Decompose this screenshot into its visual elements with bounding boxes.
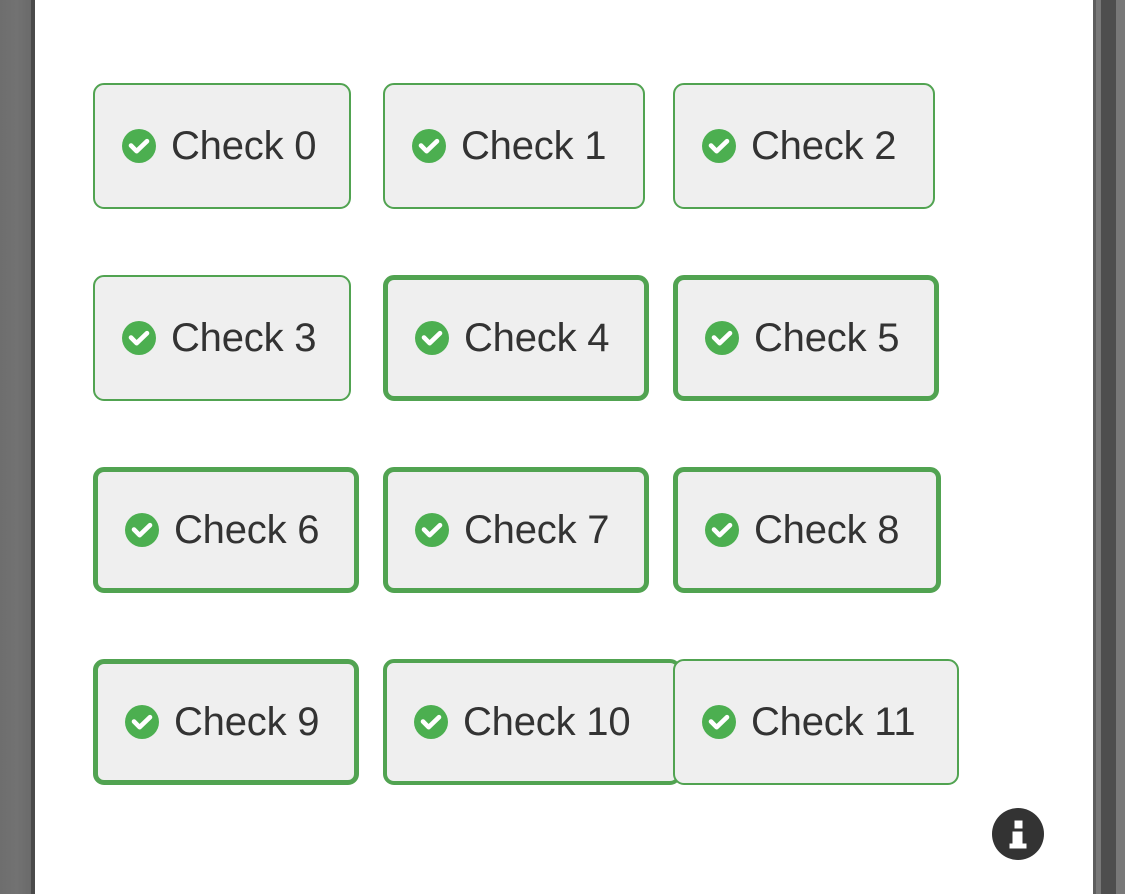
scrollbar-track-edge [1093, 0, 1096, 894]
check-button[interactable]: Check 10 [383, 659, 681, 785]
check-button-label: Check 4 [464, 316, 610, 360]
check-button-label: Check 2 [751, 124, 897, 168]
check-button-label: Check 3 [171, 316, 317, 360]
check-button-label: Check 6 [174, 508, 320, 552]
check-cell: Check 5 [673, 275, 939, 401]
check-cell: Check 10 [383, 659, 681, 785]
check-circle-icon [414, 705, 448, 739]
check-circle-icon [705, 321, 739, 355]
check-button-label: Check 8 [754, 508, 900, 552]
check-cell: Check 6 [93, 467, 359, 593]
info-circle-icon [992, 808, 1044, 860]
check-button[interactable]: Check 11 [673, 659, 959, 785]
check-cell: Check 8 [673, 467, 941, 593]
check-button-label: Check 1 [461, 124, 607, 168]
check-button-label: Check 11 [751, 700, 916, 744]
check-circle-icon [415, 513, 449, 547]
check-button-label: Check 0 [171, 124, 317, 168]
check-cell: Check 4 [383, 275, 649, 401]
check-button-label: Check 7 [464, 508, 610, 552]
check-button[interactable]: Check 9 [93, 659, 359, 785]
check-button[interactable]: Check 2 [673, 83, 935, 209]
check-circle-icon [415, 321, 449, 355]
check-button-label: Check 9 [174, 700, 320, 744]
check-button-label: Check 10 [463, 700, 631, 744]
check-cell: Check 11 [673, 659, 959, 785]
info-button[interactable] [990, 806, 1046, 862]
check-row: Check 9 Check 10 Check 11 [35, 626, 1085, 818]
check-button[interactable]: Check 7 [383, 467, 649, 593]
check-row: Check 6 Check 7 Check 8 [35, 434, 1085, 626]
app-window: Check 0 Check 1 Check 2 Check 3 Check 4 Check… [0, 0, 1125, 894]
window-left-chrome [0, 0, 31, 894]
check-button[interactable]: Check 4 [383, 275, 649, 401]
check-circle-icon [125, 705, 159, 739]
check-cell: Check 9 [93, 659, 359, 785]
check-row: Check 0 Check 1 Check 2 [35, 50, 1085, 242]
check-cell: Check 2 [673, 83, 935, 209]
check-circle-icon [122, 129, 156, 163]
check-button-grid: Check 0 Check 1 Check 2 Check 3 Check 4 Check… [35, 0, 1085, 818]
check-button[interactable]: Check 1 [383, 83, 645, 209]
check-button[interactable]: Check 6 [93, 467, 359, 593]
scrollbar-thumb[interactable] [1101, 0, 1116, 894]
check-cell: Check 1 [383, 83, 645, 209]
page-content: Check 0 Check 1 Check 2 Check 3 Check 4 Check… [35, 0, 1085, 894]
check-button[interactable]: Check 0 [93, 83, 351, 209]
check-cell: Check 0 [93, 83, 351, 209]
check-button-label: Check 5 [754, 316, 900, 360]
check-row: Check 3 Check 4 Check 5 [35, 242, 1085, 434]
check-button[interactable]: Check 8 [673, 467, 941, 593]
check-cell: Check 7 [383, 467, 649, 593]
check-circle-icon [702, 705, 736, 739]
check-circle-icon [125, 513, 159, 547]
check-button[interactable]: Check 3 [93, 275, 351, 401]
check-button[interactable]: Check 5 [673, 275, 939, 401]
check-circle-icon [122, 321, 156, 355]
vertical-scrollbar[interactable] [1085, 0, 1125, 894]
check-circle-icon [412, 129, 446, 163]
check-circle-icon [705, 513, 739, 547]
check-cell: Check 3 [93, 275, 351, 401]
check-circle-icon [702, 129, 736, 163]
